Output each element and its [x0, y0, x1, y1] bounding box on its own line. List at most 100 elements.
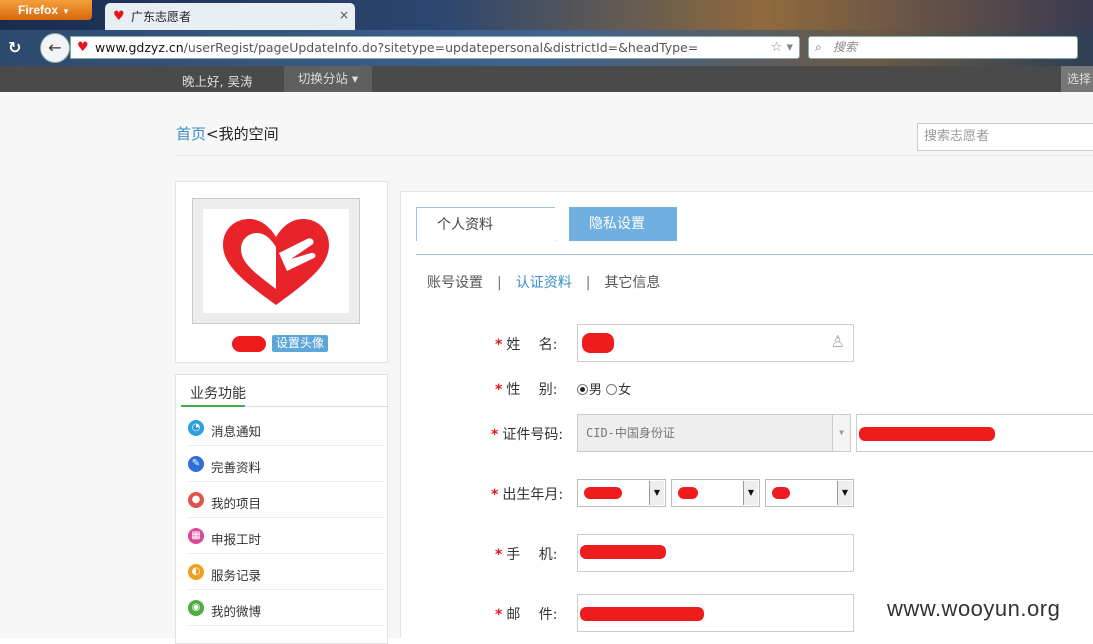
redacted-value — [678, 487, 698, 499]
url-host: www.gdzyz.cn — [95, 40, 184, 55]
subnav-other-info[interactable]: 其它信息 — [604, 275, 660, 291]
search-icon: ⌕ — [815, 40, 822, 54]
gender-female-radio[interactable] — [606, 384, 618, 395]
divider — [176, 155, 1093, 156]
menu-item-report-hours[interactable]: ▦ 申报工时 — [188, 519, 384, 554]
main-panel: 个人资料 隐私设置 账号设置 | 认证资料 | 其它信息 * 姓 名: ♙ * 性 别: 男… — [400, 191, 1093, 638]
function-menu-title: 业务功能 — [190, 386, 246, 402]
subnav-account-settings[interactable]: 账号设置 — [427, 275, 483, 291]
birth-label-text: 出生年月: — [502, 487, 564, 503]
id-type-select[interactable]: CID-中国身份证 ▼ — [577, 414, 851, 452]
email-label-text: 邮 件: — [506, 607, 558, 623]
tab-privacy-settings[interactable]: 隐私设置 — [569, 207, 677, 241]
switch-site-label: 切换分站 — [297, 71, 348, 86]
birth-day-select[interactable]: ▼ — [765, 479, 854, 507]
menu-item-label: 消息通知 — [211, 424, 262, 439]
required-mark: * — [495, 337, 503, 353]
id-number-label: * 证件号码: — [491, 424, 563, 444]
page-body: 首页<我的空间 搜索志愿者 设置头像 业务功能 ◔ 消息通知 ✎ 完善资料 ● … — [0, 92, 1093, 644]
volunteer-search-input[interactable]: 搜索志愿者 — [917, 123, 1093, 151]
subnav-separator: | — [497, 275, 502, 291]
redacted-value — [582, 333, 614, 353]
user-icon: ♙ — [830, 332, 845, 351]
project-icon: ● — [188, 492, 204, 508]
breadcrumb: 首页<我的空间 — [176, 123, 279, 144]
phone-label: * 手 机: — [495, 544, 558, 564]
browser-tabstrip: Firefox ▼ ♥ 广东志愿者 × — [0, 0, 1093, 30]
breadcrumb-current: 我的空间 — [218, 125, 279, 143]
name-field[interactable]: ♙ — [577, 324, 854, 362]
tabs-divider — [416, 254, 1093, 255]
weibo-icon: ◉ — [188, 600, 204, 616]
gender-label-text: 性 别: — [506, 382, 558, 398]
redacted-value — [580, 545, 666, 559]
id-label-text: 证件号码: — [502, 427, 564, 443]
chevron-down-icon: ▼ — [649, 481, 664, 505]
message-icon: ◔ — [188, 420, 204, 436]
phone-field[interactable] — [577, 534, 854, 572]
url-bar[interactable]: ♥ www.gdzyz.cn/userRegist/pageUpdateInfo… — [70, 36, 800, 59]
required-mark: * — [495, 547, 503, 563]
gender-male-label: 男 — [589, 383, 603, 398]
subnav-verification[interactable]: 认证资料 — [516, 275, 572, 291]
email-label: * 邮 件: — [495, 604, 558, 624]
function-menu: 业务功能 ◔ 消息通知 ✎ 完善资料 ● 我的项目 ▦ 申报工时 ◐ 服务记录 … — [175, 374, 389, 644]
required-mark: * — [495, 607, 503, 623]
browser-navbar: ↻ ♥ www.gdzyz.cn/userRegist/pageUpdateIn… — [0, 30, 1093, 66]
redacted-value — [772, 487, 790, 499]
chevron-down-icon: ▼ — [743, 481, 758, 505]
greeting: 晚上好, 吴涛 — [182, 74, 253, 89]
redacted-value — [584, 487, 622, 499]
gender-female-label: 女 — [618, 383, 632, 398]
tab-personal-info[interactable]: 个人资料 — [416, 207, 575, 241]
menu-item-label: 服务记录 — [211, 568, 262, 583]
phone-label-text: 手 机: — [506, 547, 558, 563]
close-icon[interactable]: × — [339, 8, 349, 22]
profile-card: 设置头像 — [175, 181, 388, 363]
menu-item-service-records[interactable]: ◐ 服务记录 — [188, 555, 384, 590]
browser-search-input[interactable]: ⌕ 搜索 — [808, 36, 1078, 59]
chevron-down-icon: ▼ — [837, 481, 852, 505]
url-path: /userRegist/pageUpdateInfo.do?sitetype=u… — [183, 40, 699, 55]
birth-date-label: * 出生年月: — [491, 484, 563, 504]
firefox-menu-button[interactable]: Firefox ▼ — [0, 0, 92, 20]
menu-item-label: 申报工时 — [211, 532, 262, 547]
breadcrumb-home-link[interactable]: 首页 — [176, 125, 206, 143]
id-number-field[interactable] — [856, 414, 1093, 452]
name-label-text: 姓 名: — [506, 337, 558, 353]
back-arrow-icon: ← — [48, 38, 62, 57]
reload-icon[interactable]: ↻ — [8, 38, 21, 57]
name-label: * 姓 名: — [495, 334, 558, 354]
record-icon: ◐ — [188, 564, 204, 580]
avatar-image — [203, 209, 349, 313]
volunteer-heart-logo-icon — [223, 219, 329, 305]
gender-male-radio[interactable] — [577, 384, 588, 395]
menu-item-my-projects[interactable]: ● 我的项目 — [188, 483, 384, 518]
back-button[interactable]: ← — [40, 33, 70, 63]
birth-month-select[interactable]: ▼ — [671, 479, 760, 507]
menu-item-my-weibo[interactable]: ◉ 我的微博 — [188, 591, 384, 626]
set-avatar-button[interactable]: 设置头像 — [272, 335, 328, 352]
select-button[interactable]: 选择 — [1061, 66, 1093, 92]
required-mark: * — [491, 427, 499, 443]
site-topbar: 晚上好, 吴涛 切换分站 ▾ 选择 — [0, 66, 1093, 92]
switch-site-dropdown[interactable]: 切换分站 ▾ — [284, 66, 372, 92]
sub-navigation: 账号设置 | 认证资料 | 其它信息 — [427, 272, 660, 292]
browser-tab[interactable]: ♥ 广东志愿者 × — [105, 3, 355, 30]
subnav-separator: | — [585, 275, 591, 291]
heart-favicon-icon: ♥ — [113, 9, 125, 24]
bookmark-star-icon[interactable]: ☆ ▾ — [771, 37, 793, 58]
menu-item-messages[interactable]: ◔ 消息通知 — [188, 411, 384, 446]
avatar — [192, 198, 360, 324]
calendar-icon: ▦ — [188, 528, 204, 544]
email-field[interactable] — [577, 594, 854, 632]
redacted-value — [859, 427, 995, 441]
heart-favicon-icon: ♥ — [77, 40, 89, 55]
birth-year-select[interactable]: ▼ — [577, 479, 666, 507]
chevron-down-icon: ▼ — [832, 415, 850, 451]
menu-item-complete-profile[interactable]: ✎ 完善资料 — [188, 447, 384, 482]
tab-title: 广东志愿者 — [131, 10, 192, 24]
breadcrumb-separator: < — [206, 125, 219, 143]
watermark: www.wooyun.org — [887, 596, 1061, 621]
title-underline — [181, 405, 245, 407]
